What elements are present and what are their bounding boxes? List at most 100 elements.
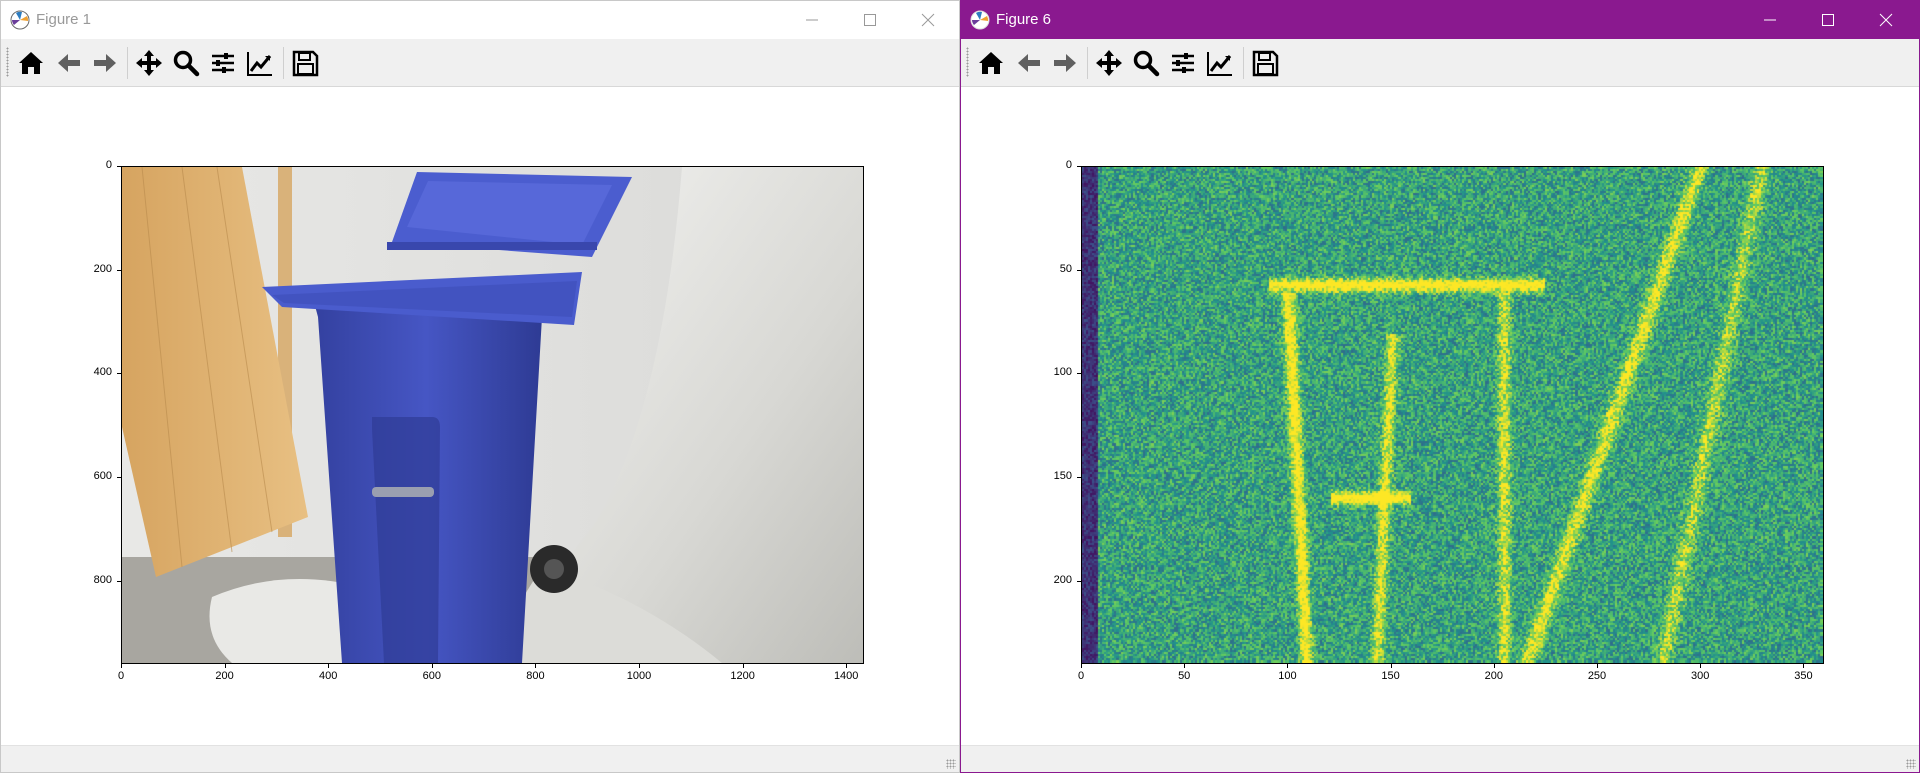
edit-axis-button[interactable] [1204,47,1236,79]
configure-subplots-icon [212,53,234,73]
x-tick-mark [1493,664,1495,668]
figure-canvas[interactable]: 0 50 100 150 200 0 50 100 150 200 250 300 350 [961,87,1919,747]
matplotlib-logo-icon [970,10,990,30]
x-tick-mark [1390,664,1392,668]
title-bar[interactable]: Figure 6 [961,1,1919,39]
navigation-toolbar [961,39,1919,87]
x-tick-label: 0 [1077,670,1085,682]
y-tick-mark [117,269,121,271]
close-button[interactable] [1857,1,1915,39]
close-icon [1879,13,1893,27]
x-tick-mark [1287,664,1289,668]
back-button[interactable] [53,47,85,79]
forward-icon [94,54,116,72]
maximize-button[interactable] [841,1,899,39]
zoom-button[interactable] [1130,47,1162,79]
back-button[interactable] [1013,47,1045,79]
pan-button[interactable] [133,47,165,79]
maximize-button[interactable] [1799,1,1857,39]
y-tick-label: 200 [1053,573,1072,586]
edit-axis-button[interactable] [244,47,276,79]
y-tick-mark [1077,373,1081,375]
maximize-icon [1822,14,1834,26]
x-tick-label: 50 [1178,670,1191,682]
x-tick-mark [742,664,744,668]
x-tick-label: 800 [526,670,545,682]
forward-button[interactable] [89,47,121,79]
x-tick-label: 150 [1381,670,1400,682]
x-tick-mark [1803,664,1805,668]
image-axes[interactable] [1081,166,1824,664]
y-tick-mark [117,477,121,479]
image-axes[interactable] [121,166,864,664]
y-tick-label: 200 [93,262,112,275]
configure-subplots-icon [1172,53,1194,73]
zoom-button[interactable] [170,47,202,79]
status-bar [1,745,959,772]
x-tick-mark [328,664,330,668]
x-tick-label: 100 [1278,670,1297,682]
back-icon [58,54,80,72]
edge-magnitude-heatmap [1082,167,1823,663]
configure-subplots-button[interactable] [207,47,239,79]
minimize-button[interactable] [783,1,841,39]
forward-icon [1054,54,1076,72]
x-tick-mark [1081,664,1082,668]
resize-grip[interactable] [946,759,956,769]
x-tick-label: 350 [1794,670,1813,682]
home-button[interactable] [975,47,1007,79]
save-button[interactable] [1249,47,1281,79]
maximize-icon [864,14,876,26]
minimize-button[interactable] [1741,1,1799,39]
pan-icon [1096,50,1122,76]
y-tick-mark [117,166,121,167]
back-icon [1018,54,1040,72]
close-button[interactable] [899,1,957,39]
figure-6-window: Figure 6 0 50 100 150 200 0 50 100 150 2… [960,0,1920,773]
home-button[interactable] [15,47,47,79]
x-tick-mark [1700,664,1702,668]
configure-subplots-button[interactable] [1167,47,1199,79]
minimize-icon [806,19,818,21]
toolbar-grip[interactable] [6,47,9,77]
window-title: Figure 6 [996,11,1052,28]
forward-button[interactable] [1049,47,1081,79]
y-tick-mark [1077,269,1081,271]
x-tick-label: 300 [1691,670,1710,682]
title-bar[interactable]: Figure 1 [1,1,959,39]
y-tick-label: 50 [1059,262,1072,275]
matplotlib-logo-icon [10,10,30,30]
edit-axis-icon [1207,52,1232,76]
figure-1-window: Figure 1 0 200 400 600 800 0 200 400 600… [0,0,960,773]
figure-canvas[interactable]: 0 200 400 600 800 0 200 400 600 800 1000 1200 1400 [1,87,959,747]
home-icon [979,52,1003,74]
x-tick-mark [639,664,640,668]
x-tick-mark [846,664,848,668]
navigation-toolbar [1,39,959,87]
save-icon [292,50,319,77]
save-button[interactable] [289,47,321,79]
minimize-icon [1764,19,1776,21]
y-tick-mark [117,580,121,582]
toolbar-grip[interactable] [966,47,969,77]
pan-button[interactable] [1093,47,1125,79]
resize-grip[interactable] [1906,759,1916,769]
y-tick-label: 150 [1053,470,1072,483]
window-title: Figure 1 [36,11,92,28]
x-tick-label: 600 [422,670,441,682]
trash-bin-photo [122,166,863,663]
zoom-icon [1133,50,1160,77]
x-tick-label: 400 [319,670,338,682]
y-tick-label: 600 [93,470,112,483]
x-tick-mark [121,664,122,668]
x-tick-label: 200 [1484,670,1503,682]
x-tick-mark [431,664,433,668]
x-tick-mark [224,664,226,668]
y-tick-mark [1077,580,1081,582]
x-tick-label: 1000 [626,670,652,682]
y-tick-label: 800 [93,573,112,586]
y-tick-mark [117,373,121,375]
y-tick-label: 400 [93,366,112,379]
edit-axis-icon [247,52,272,76]
x-tick-label: 250 [1587,670,1607,682]
